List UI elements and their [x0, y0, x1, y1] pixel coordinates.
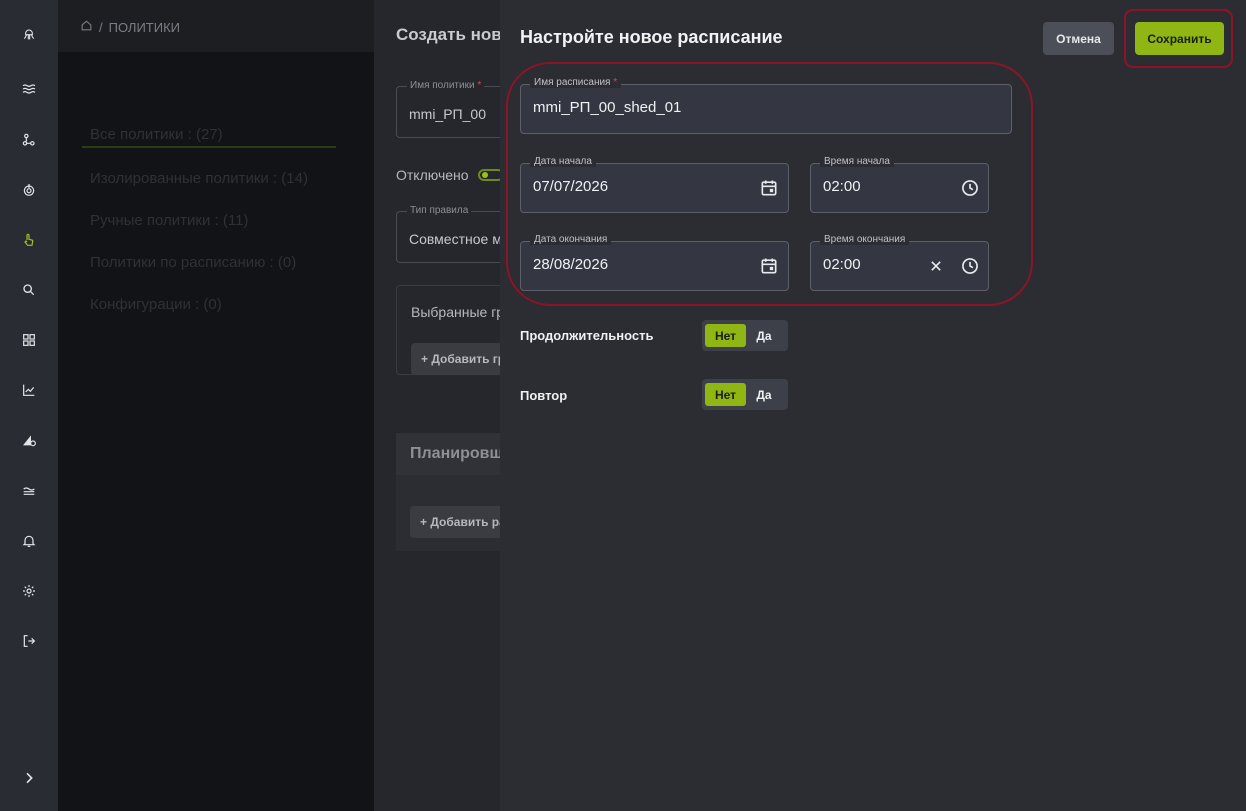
clock-icon[interactable]	[959, 255, 981, 277]
breadcrumb-current: ПОЛИТИКИ	[108, 19, 181, 35]
start-date-label: Дата начала	[530, 156, 596, 167]
repeat-no-option[interactable]: Нет	[705, 383, 746, 406]
create-policy-panel: Создать новую политику Имя политики * mm…	[374, 0, 500, 811]
bell-icon[interactable]	[16, 528, 42, 554]
rule-type-select[interactable]: Тип правила Совместное место	[396, 205, 500, 263]
ruler-gear-icon[interactable]	[16, 427, 42, 453]
hand-pointer-icon[interactable]	[16, 227, 42, 253]
filter-scheduled-policies[interactable]: Политики по расписанию : (0)	[90, 254, 296, 271]
calendar-icon[interactable]	[758, 255, 780, 277]
disabled-label: Отключено	[396, 167, 469, 183]
scheduler-label: Планировщик	[410, 445, 500, 462]
enabled-switch[interactable]	[478, 169, 500, 181]
create-policy-title: Создать новую политику	[396, 25, 500, 44]
start-time-field: Время начала	[810, 156, 989, 213]
calendar-icon[interactable]	[758, 177, 780, 199]
end-time-label: Время окончания	[820, 234, 910, 245]
active-filter-underline	[82, 146, 336, 148]
start-date-field: Дата начала	[520, 156, 789, 213]
policy-name-field[interactable]: Имя политики * mmi_РП_00	[396, 80, 500, 138]
filter-configurations[interactable]: Конфигурации : (0)	[90, 296, 222, 313]
end-date-field: Дата окончания	[520, 234, 789, 291]
add-schedule-button[interactable]: + Добавить расписание	[410, 506, 500, 538]
start-time-label: Время начала	[820, 156, 894, 167]
repeat-toggle: Нет Да	[702, 379, 788, 410]
breadcrumb: / ПОЛИТИКИ	[80, 19, 180, 35]
policy-name-label: Имя политики *	[407, 80, 485, 91]
schedule-dialog: Настройте новое расписание Отмена Сохран…	[500, 0, 1246, 811]
chart-icon[interactable]	[16, 377, 42, 403]
nodes-icon[interactable]	[16, 127, 42, 153]
filter-isolated-policies[interactable]: Изолированные политики : (14)	[90, 170, 308, 187]
start-date-input[interactable]	[533, 178, 720, 195]
octopus-logo-icon[interactable]	[16, 21, 42, 47]
repeat-label: Повтор	[520, 388, 568, 403]
cancel-button[interactable]: Отмена	[1043, 22, 1114, 55]
layers-icon[interactable]	[16, 478, 42, 504]
waves-icon[interactable]	[16, 76, 42, 102]
schedule-name-label: Имя расписания *	[530, 77, 622, 88]
filter-all-policies[interactable]: Все политики : (27)	[90, 126, 223, 143]
schedule-name-input[interactable]	[533, 99, 876, 116]
target-icon[interactable]	[16, 177, 42, 203]
duration-no-option[interactable]: Нет	[705, 324, 746, 347]
schedule-name-field: Имя расписания *	[520, 77, 1012, 134]
end-time-field: Время окончания	[810, 234, 989, 291]
breadcrumb-separator: /	[99, 19, 103, 35]
search-icon[interactable]	[16, 277, 42, 303]
scheduler-header: Планировщик	[396, 433, 500, 475]
save-button[interactable]: Сохранить	[1135, 22, 1224, 55]
duration-label: Продолжительность	[520, 328, 654, 343]
end-time-input[interactable]	[823, 256, 912, 273]
rule-type-label: Тип правила	[407, 205, 472, 216]
home-icon[interactable]	[80, 19, 93, 35]
duration-yes-option[interactable]: Да	[746, 324, 782, 347]
selected-groups-label: Выбранные группы	[411, 304, 500, 320]
dashboard-icon[interactable]	[16, 327, 42, 353]
clear-icon[interactable]	[925, 255, 947, 277]
repeat-yes-option[interactable]: Да	[746, 383, 782, 406]
selected-groups-box: Выбранные группы + Добавить группу	[396, 285, 500, 375]
dialog-title: Настройте новое расписание	[520, 27, 783, 47]
start-time-input[interactable]	[823, 178, 947, 195]
clock-icon[interactable]	[959, 177, 981, 199]
filter-manual-policies[interactable]: Ручные политики : (11)	[90, 212, 248, 229]
rule-type-value: Совместное место	[409, 231, 500, 247]
end-date-input[interactable]	[533, 256, 720, 273]
policy-name-value: mmi_РП_00	[409, 106, 486, 122]
gear-icon[interactable]	[16, 578, 42, 604]
logout-icon[interactable]	[16, 628, 42, 654]
add-group-button[interactable]: + Добавить группу	[411, 343, 500, 375]
sidebar	[0, 0, 58, 811]
scheduler-section: Планировщик + Добавить расписание	[396, 433, 500, 551]
chevron-right-icon[interactable]	[16, 765, 42, 791]
end-date-label: Дата окончания	[530, 234, 612, 245]
duration-toggle: Нет Да	[702, 320, 788, 351]
